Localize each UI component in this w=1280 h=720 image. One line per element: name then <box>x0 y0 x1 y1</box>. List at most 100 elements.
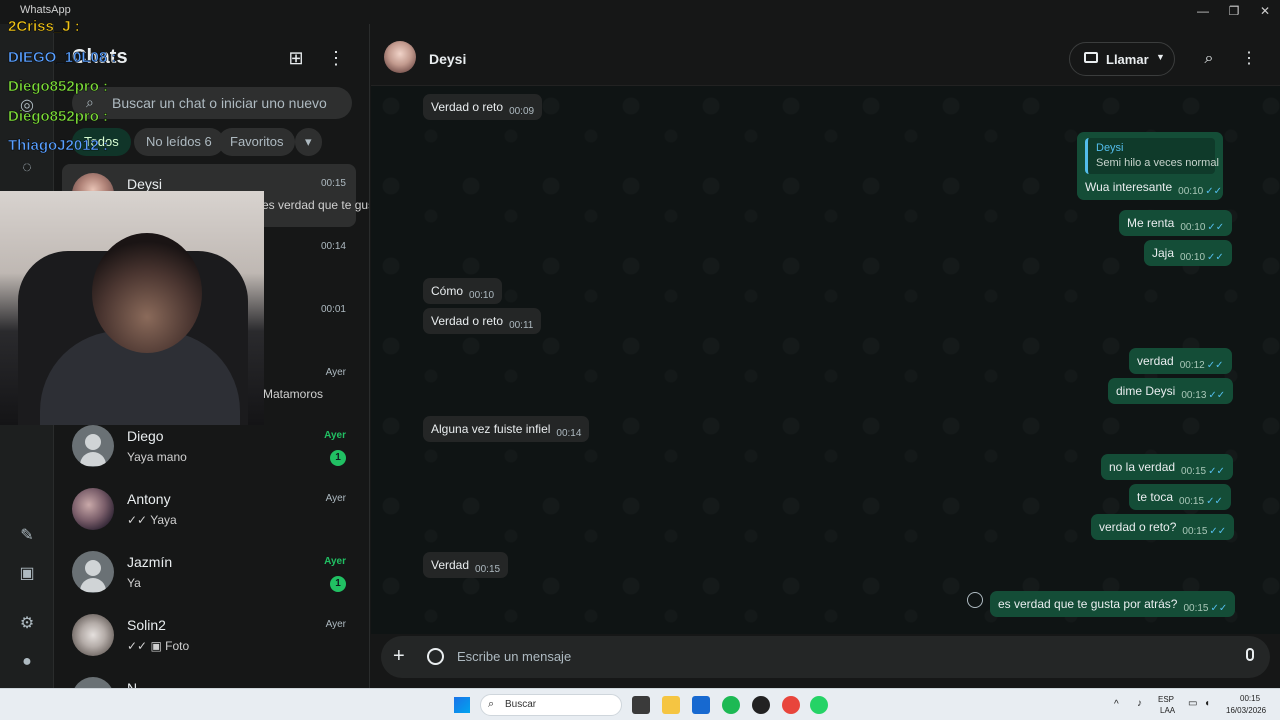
contact-avatar[interactable] <box>384 41 416 73</box>
input-language-variant[interactable]: LAA <box>1160 706 1175 715</box>
sticker-icon[interactable] <box>427 648 444 665</box>
menu-dots-icon[interactable]: ⋮ <box>1237 47 1261 71</box>
chat-row-antony[interactable]: Antony ✓✓ Yaya Ayer <box>62 479 356 542</box>
tray-chevron-icon[interactable]: ^ <box>1114 699 1119 710</box>
filter-favorites[interactable]: Favoritos <box>218 128 296 156</box>
message-out: Deysi Semi hilo a veces normal Wua inter… <box>1077 132 1223 200</box>
message-out: no la verdad 00:15 ✓✓ <box>1101 454 1233 480</box>
quoted-message[interactable]: Deysi Semi hilo a veces normal <box>1085 138 1219 174</box>
read-tick-icon: ✓✓ <box>1207 252 1224 263</box>
chat-name: N <box>127 680 138 688</box>
search-placeholder: Buscar un chat o iniciar uno nuevo <box>112 95 327 111</box>
message-time: 00:15 <box>1179 496 1205 507</box>
store-icon[interactable] <box>692 696 710 714</box>
chat-time: 00:15 <box>320 178 346 189</box>
chat-time: Ayer <box>325 367 346 378</box>
minimize-button[interactable]: — <box>1186 3 1220 19</box>
message-in: Verdad o reto 00:09 <box>423 94 543 120</box>
message-time: 00:15 <box>475 564 501 575</box>
edit-icon[interactable]: ✎ <box>15 524 39 548</box>
obs-icon[interactable] <box>752 696 770 714</box>
message-in: Cómo 00:10 <box>423 278 503 304</box>
message-text: Me renta <box>1127 216 1175 230</box>
message-composer[interactable]: + Escribe un mensaje <box>381 636 1270 678</box>
chat-preview: Yaya mano <box>127 450 187 464</box>
menu-dots-icon[interactable]: ⋮ <box>324 46 348 70</box>
input-language[interactable]: ESP <box>1158 695 1174 704</box>
message-time: 00:10 <box>1178 186 1204 197</box>
whatsapp-window: WhatsApp — ❐ ✕ ◎ ◌ ✎ ▣ ⚙ ● Chats ⊞ ⋮ ⌕ B… <box>0 0 1280 688</box>
media-icon[interactable]: ▣ <box>15 562 39 586</box>
message-out: dime Deysi 00:13 ✓✓ <box>1108 378 1234 404</box>
chat-row-diego[interactable]: Diego Yaya mano Ayer 1 <box>62 416 356 479</box>
settings-gear-icon[interactable]: ⚙ <box>15 612 39 636</box>
chat-row-jazmin[interactable]: Jazmín Ya Ayer 1 <box>62 542 356 605</box>
message-text: Cómo <box>431 284 464 298</box>
message-text: Verdad o reto <box>431 100 504 114</box>
clock-time[interactable]: 00:15 <box>1240 694 1260 703</box>
app-label: WhatsApp <box>20 4 71 16</box>
maximize-button[interactable]: ❐ <box>1217 3 1251 19</box>
message-text: Alguna vez fuiste infiel <box>431 422 551 436</box>
chat-row[interactable]: N <box>62 668 356 688</box>
chat-preview: ✓✓ Yaya <box>127 513 177 527</box>
search-input[interactable]: ⌕ Buscar un chat o iniciar uno nuevo <box>72 87 352 119</box>
clock-date[interactable]: 16/03/2026 <box>1226 706 1266 715</box>
mic-tray-icon[interactable]: ♪ <box>1137 698 1142 709</box>
read-tick-icon: ✓✓ <box>1207 222 1225 233</box>
chat-name: Jazmín <box>127 554 173 570</box>
chat-row-solin2[interactable]: Solin2 ✓✓ ▣ Foto Ayer <box>62 605 356 668</box>
message-text: verdad <box>1137 354 1174 368</box>
chat-time: Ayer <box>324 556 346 567</box>
contact-name[interactable]: Deysi <box>429 51 466 67</box>
react-emoji-icon[interactable] <box>967 592 983 608</box>
network-icon[interactable]: ▭ <box>1188 698 1197 709</box>
whatsapp-taskbar-icon[interactable] <box>810 696 828 714</box>
video-camera-icon <box>1084 52 1098 63</box>
search-icon[interactable]: ⌕ <box>1197 47 1221 71</box>
file-explorer-icon[interactable] <box>662 696 680 714</box>
filter-more-chevron-icon[interactable]: ▾ <box>295 128 322 156</box>
message-out: verdad 00:12 ✓✓ <box>1129 348 1232 374</box>
message-time: 00:10 <box>1180 252 1206 263</box>
message-thread[interactable]: Verdad o reto 00:09 Deysi Semi hilo a vec… <box>371 86 1280 634</box>
avatar <box>72 614 114 656</box>
chat-time: 00:01 <box>320 304 346 315</box>
chrome-icon[interactable] <box>782 696 800 714</box>
read-tick-icon: ✓✓ <box>1208 390 1226 401</box>
conversation-panel: Deysi Llamar ▼ ⌕ ⋮ Verdad o reto 00:09 De… <box>371 24 1280 688</box>
task-view-icon[interactable] <box>632 696 650 714</box>
windows-start-icon[interactable] <box>454 697 470 713</box>
avatar <box>72 425 114 467</box>
message-text: Wua interesante <box>1085 180 1173 194</box>
attach-plus-icon[interactable]: + <box>393 645 405 667</box>
volume-icon[interactable]: ◖ <box>1204 698 1210 709</box>
chat-preview: ✓✓ ▣ Foto <box>127 639 190 653</box>
message-text: te toca <box>1137 490 1174 504</box>
message-out: Jaja 00:10 ✓✓ <box>1144 240 1232 266</box>
message-out: te toca 00:15 ✓✓ <box>1129 484 1231 510</box>
quoted-author: Deysi <box>1096 142 1124 154</box>
unread-badge: 1 <box>330 576 346 592</box>
message-out: verdad o reto? 00:15 ✓✓ <box>1091 514 1235 540</box>
message-out: Me renta 00:10 ✓✓ <box>1119 210 1233 236</box>
message-input[interactable]: Escribe un mensaje <box>457 649 571 664</box>
profile-icon[interactable]: ● <box>15 650 39 674</box>
overlay-chat-user: ThiagoJ2012 : <box>8 137 109 155</box>
call-button[interactable]: Llamar ▼ <box>1069 42 1175 76</box>
close-button[interactable]: ✕ <box>1248 3 1280 19</box>
quoted-text: Semi hilo a veces normal <box>1096 157 1219 169</box>
message-time: 00:10 <box>469 290 495 301</box>
new-chat-icon[interactable]: ⊞ <box>284 46 308 70</box>
message-text: no la verdad <box>1109 460 1176 474</box>
message-in: Alguna vez fuiste infiel 00:14 <box>423 416 590 442</box>
message-text: verdad o reto? <box>1099 520 1177 534</box>
filter-unread[interactable]: No leídos 6 <box>134 128 224 156</box>
overlay-chat-user: Diego852pro : <box>8 108 109 126</box>
microphone-icon[interactable] <box>1246 648 1254 661</box>
conversation-header[interactable]: Deysi Llamar ▼ ⌕ ⋮ <box>371 24 1280 86</box>
communities-icon[interactable]: ◌ <box>15 156 39 180</box>
spotify-icon[interactable] <box>722 696 740 714</box>
message-time: 00:15 <box>1182 526 1208 537</box>
taskbar-search[interactable]: ⌕ Buscar <box>480 694 622 716</box>
